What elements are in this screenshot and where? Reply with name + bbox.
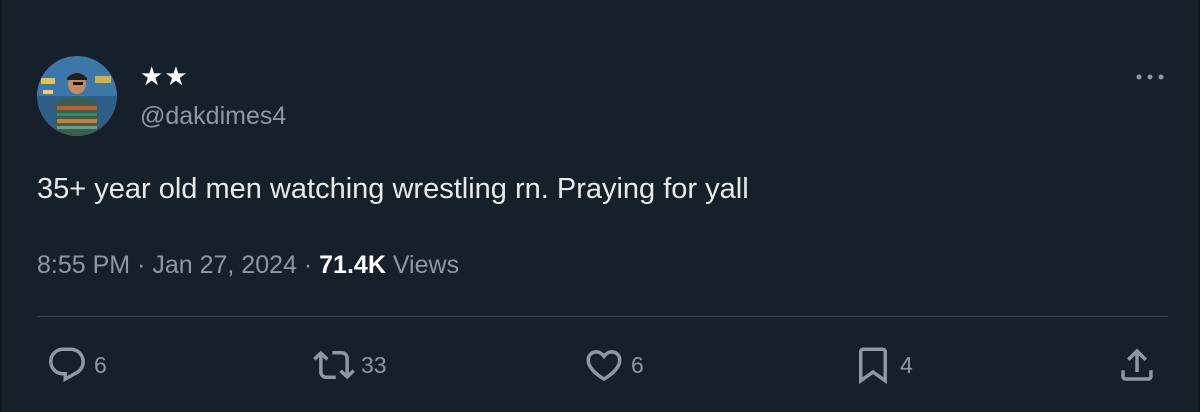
tweet-meta: 8:55 PM · Jan 27, 2024 · 71.4K Views — [37, 249, 459, 281]
divider — [37, 316, 1168, 317]
share-icon — [1121, 348, 1153, 381]
tweet-time[interactable]: 8:55 PM — [37, 251, 130, 279]
reply-button[interactable]: 6 — [46, 343, 107, 387]
share-button[interactable] — [1116, 343, 1158, 387]
tweet-text: 35+ year old men watching wrestling rn. … — [37, 173, 749, 205]
views-count[interactable]: 71.4K — [319, 251, 386, 279]
meta-separator: · — [137, 251, 146, 279]
more-horizontal-icon — [1136, 74, 1164, 80]
more-options-button[interactable] — [1130, 62, 1170, 92]
meta-separator: · — [303, 251, 313, 279]
retweet-button[interactable]: 33 — [313, 343, 387, 387]
avatar-image — [37, 56, 117, 136]
avatar[interactable] — [37, 56, 117, 136]
tweet-card: ★★ @dakdimes4 35+ year old men watching … — [0, 0, 1200, 412]
bookmark-button[interactable]: 4 — [852, 343, 913, 387]
retweet-count: 33 — [361, 352, 387, 378]
views-label: Views — [392, 251, 460, 279]
tweet-date[interactable]: Jan 27, 2024 — [152, 251, 297, 279]
bookmark-icon — [859, 347, 887, 385]
author-handle[interactable]: @dakdimes4 — [140, 100, 286, 132]
bookmark-count: 4 — [900, 352, 913, 378]
like-count: 6 — [631, 352, 644, 378]
retweet-icon — [313, 350, 355, 380]
heart-icon — [586, 350, 622, 382]
like-button[interactable]: 6 — [583, 343, 644, 387]
author-display-name[interactable]: ★★ — [140, 60, 189, 92]
reply-count: 6 — [94, 352, 107, 378]
reply-icon — [49, 347, 85, 382]
